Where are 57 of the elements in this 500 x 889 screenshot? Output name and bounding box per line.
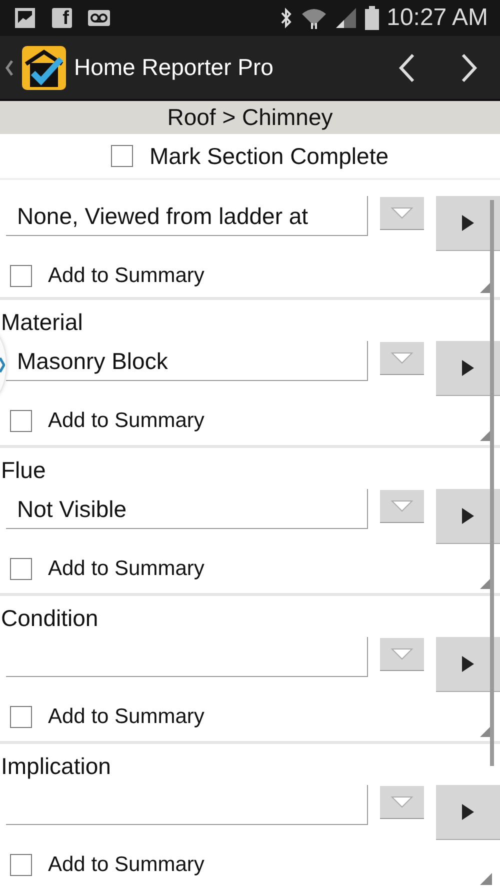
open-detail-button[interactable] <box>436 489 500 544</box>
text-field[interactable]: Masonry Block <box>6 341 368 381</box>
field-label: Flue <box>0 456 47 485</box>
field-label: Material <box>0 308 84 337</box>
checkbox[interactable] <box>10 854 32 876</box>
dropdown-button[interactable] <box>380 197 424 230</box>
open-detail-button[interactable] <box>436 785 500 840</box>
play-triangle-icon <box>462 215 474 231</box>
back-chevron-icon <box>4 58 14 76</box>
app-logo-icon <box>22 46 66 90</box>
previous-icon <box>398 52 416 82</box>
open-detail-button[interactable] <box>436 196 500 251</box>
text-field[interactable]: None, Viewed from ladder at <box>6 196 368 236</box>
dropdown-triangle-icon <box>391 352 413 364</box>
open-detail-button[interactable] <box>436 341 500 396</box>
dropdown-triangle-icon <box>391 648 413 660</box>
checkbox-label: Add to Summary <box>48 263 204 290</box>
checkbox-label: Add to Summary <box>48 556 204 582</box>
checkbox-label: Add to Summary <box>48 408 204 434</box>
resize-corner-icon <box>480 873 492 885</box>
field-label: Implication <box>0 752 112 781</box>
notification-glyph: f <box>52 8 72 28</box>
play-triangle-icon <box>462 508 474 524</box>
battery-icon <box>364 6 379 30</box>
text-field[interactable] <box>6 785 368 825</box>
text-field[interactable] <box>6 637 368 677</box>
dropdown-button[interactable] <box>380 490 424 523</box>
breadcrumb-title: Roof > Chimney <box>0 101 500 134</box>
wifi-icon <box>300 6 327 30</box>
dropdown-button[interactable] <box>380 786 424 819</box>
checkbox[interactable] <box>10 265 32 287</box>
checkbox[interactable] <box>10 410 32 432</box>
app-title: Home Reporter Pro <box>74 53 274 82</box>
chevron-icon <box>0 357 5 373</box>
signal-icon <box>334 7 357 29</box>
checkbox-label: Add to Summary <box>48 704 204 730</box>
checkbox-label: Add to Summary <box>48 852 204 878</box>
bluetooth-icon <box>278 7 293 29</box>
play-triangle-icon <box>462 656 474 672</box>
text-field[interactable]: Not Visible <box>6 489 368 529</box>
dropdown-triangle-icon <box>391 796 413 808</box>
dropdown-triangle-icon <box>391 207 413 219</box>
play-triangle-icon <box>462 360 474 376</box>
picture-icon <box>14 7 36 29</box>
status-time: 10:27 AM <box>386 3 488 33</box>
voicemail-icon <box>88 10 110 26</box>
play-triangle-icon <box>462 804 474 820</box>
dropdown-triangle-icon <box>391 500 413 512</box>
open-detail-button[interactable] <box>436 637 500 692</box>
checkbox[interactable] <box>111 145 134 167</box>
field-label: Condition <box>0 604 100 633</box>
checkbox[interactable] <box>10 558 32 580</box>
checkbox[interactable] <box>10 706 32 728</box>
next-icon <box>460 52 478 82</box>
checkbox-label: Mark Section Complete <box>149 142 389 171</box>
dropdown-button[interactable] <box>380 638 424 671</box>
dropdown-button[interactable] <box>380 342 424 375</box>
